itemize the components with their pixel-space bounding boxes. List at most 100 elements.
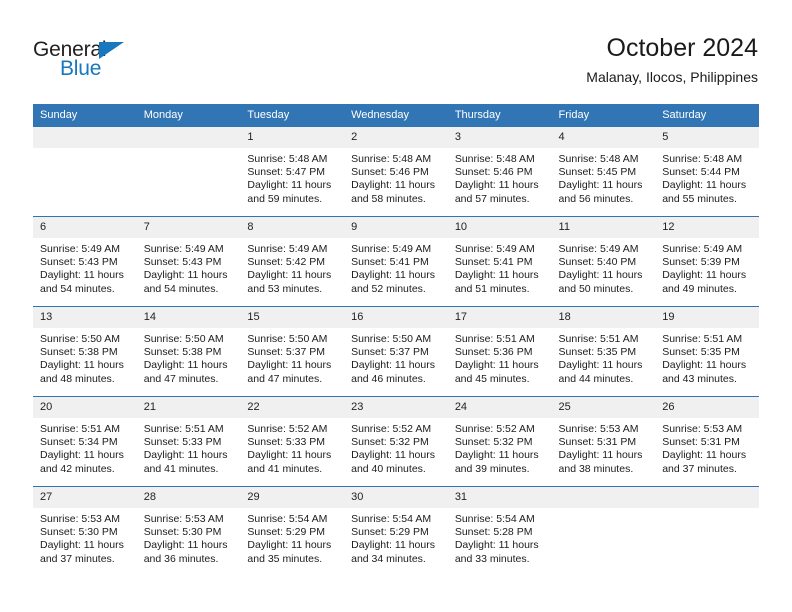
day-number: 27 <box>33 487 137 508</box>
calendar-header-row: Sunday Monday Tuesday Wednesday Thursday… <box>33 104 759 127</box>
calendar-day-cell[interactable]: 5 Sunrise: 5:48 AM Sunset: 5:44 PM Daylight… <box>655 126 759 217</box>
day-number <box>33 127 137 148</box>
calendar-day-cell[interactable]: 20 Sunrise: 5:51 AM Sunset: 5:34 PM Dayligh… <box>33 396 137 487</box>
daylight-duration-line1: Daylight: 11 hours <box>40 269 124 282</box>
day-number: 24 <box>447 397 552 418</box>
calendar-day-cell[interactable]: 30 Sunrise: 5:54 AM Sunset: 5:29 PM Dayligh… <box>344 486 448 576</box>
calendar-day-cell[interactable]: 28 Sunrise: 5:53 AM Sunset: 5:30 PM Dayligh… <box>136 486 241 576</box>
day-sun-info: Sunrise: 5:50 AM Sunset: 5:37 PM Daylight:… <box>240 328 344 386</box>
page-title: October 2024 <box>606 34 759 62</box>
calendar-day-cell[interactable]: 13 Sunrise: 5:50 AM Sunset: 5:38 PM Dayligh… <box>33 306 137 397</box>
day-sun-info: Sunrise: 5:49 AM Sunset: 5:42 PM Daylight:… <box>240 238 344 296</box>
sunrise-time: Sunrise: 5:54 AM <box>351 513 432 525</box>
sunrise-time: Sunrise: 5:51 AM <box>143 423 224 435</box>
calendar-day-cell[interactable]: 22 Sunrise: 5:52 AM Sunset: 5:33 PM Dayligh… <box>240 396 345 487</box>
day-number: 17 <box>447 307 552 328</box>
day-sun-info: Sunrise: 5:48 AM Sunset: 5:46 PM Daylight:… <box>448 148 552 206</box>
daylight-duration-line1: Daylight: 11 hours <box>558 359 643 372</box>
daylight-duration-line2: and 47 minutes. <box>143 372 219 385</box>
day-number: 18 <box>551 307 656 328</box>
calendar-day-cell[interactable]: 10 Sunrise: 5:49 AM Sunset: 5:41 PM Dayligh… <box>447 216 552 307</box>
sunset-time: Sunset: 5:35 PM <box>558 346 637 359</box>
calendar-day-cell[interactable]: 21 Sunrise: 5:51 AM Sunset: 5:33 PM Dayligh… <box>136 396 241 487</box>
sunrise-time: Sunrise: 5:52 AM <box>454 423 535 435</box>
daylight-duration-line1: Daylight: 11 hours <box>558 449 643 462</box>
calendar-day-cell[interactable]: 23 Sunrise: 5:52 AM Sunset: 5:32 PM Dayligh… <box>344 396 448 487</box>
calendar-day-cell[interactable]: 2 Sunrise: 5:48 AM Sunset: 5:46 PM Daylight… <box>344 126 448 217</box>
daylight-duration-line1: Daylight: 11 hours <box>662 269 747 282</box>
daylight-duration-line2: and 48 minutes. <box>40 372 115 385</box>
calendar-day-cell[interactable]: 9 Sunrise: 5:49 AM Sunset: 5:41 PM Daylight… <box>344 216 448 307</box>
calendar-day-cell[interactable]: 25 Sunrise: 5:53 AM Sunset: 5:31 PM Dayligh… <box>551 396 656 487</box>
calendar-day-cell-empty <box>655 486 759 576</box>
daylight-duration-line1: Daylight: 11 hours <box>40 539 124 552</box>
calendar-day-cell[interactable]: 24 Sunrise: 5:52 AM Sunset: 5:32 PM Dayligh… <box>447 396 552 487</box>
general-blue-logo[interactable]: General Blue <box>33 39 153 81</box>
daylight-duration-line2: and 39 minutes. <box>454 462 530 475</box>
day-sun-info: Sunrise: 5:50 AM Sunset: 5:38 PM Daylight:… <box>33 328 137 386</box>
calendar-day-cell[interactable]: 31 Sunrise: 5:54 AM Sunset: 5:28 PM Dayligh… <box>447 486 552 576</box>
calendar-week-row: 6 Sunrise: 5:49 AM Sunset: 5:43 PM Daylight… <box>33 216 759 307</box>
calendar-day-cell[interactable]: 27 Sunrise: 5:53 AM Sunset: 5:30 PM Dayligh… <box>33 486 137 576</box>
sunrise-time: Sunrise: 5:54 AM <box>454 513 535 525</box>
weekday-header-wednesday: Wednesday <box>344 104 448 127</box>
day-sun-info: Sunrise: 5:50 AM Sunset: 5:38 PM Daylight:… <box>137 328 241 386</box>
calendar-day-cell[interactable]: 29 Sunrise: 5:54 AM Sunset: 5:29 PM Dayligh… <box>240 486 345 576</box>
calendar-day-cell[interactable]: 15 Sunrise: 5:50 AM Sunset: 5:37 PM Dayligh… <box>240 306 345 397</box>
sunset-time: Sunset: 5:40 PM <box>558 256 637 269</box>
sunrise-time: Sunrise: 5:49 AM <box>558 243 639 255</box>
daylight-duration-line2: and 34 minutes. <box>351 552 426 565</box>
daylight-duration-line2: and 45 minutes. <box>454 372 530 385</box>
day-sun-info: Sunrise: 5:54 AM Sunset: 5:29 PM Daylight:… <box>344 508 448 566</box>
daylight-duration-line2: and 36 minutes. <box>143 552 219 565</box>
calendar-day-cell[interactable]: 19 Sunrise: 5:51 AM Sunset: 5:35 PM Dayligh… <box>655 306 759 397</box>
daylight-duration-line1: Daylight: 11 hours <box>454 449 539 462</box>
calendar-day-cell[interactable]: 17 Sunrise: 5:51 AM Sunset: 5:36 PM Dayligh… <box>447 306 552 397</box>
daylight-duration-line2: and 38 minutes. <box>558 462 634 475</box>
page-subtitle: Malanay, Ilocos, Philippines <box>586 69 758 85</box>
sunset-time: Sunset: 5:29 PM <box>351 526 429 539</box>
daylight-duration-line1: Daylight: 11 hours <box>143 449 228 462</box>
sunset-time: Sunset: 5:38 PM <box>40 346 118 359</box>
day-sun-info: Sunrise: 5:49 AM Sunset: 5:43 PM Daylight:… <box>33 238 137 296</box>
day-number: 30 <box>344 487 448 508</box>
calendar-day-cell[interactable]: 1 Sunrise: 5:48 AM Sunset: 5:47 PM Daylight… <box>240 126 345 217</box>
calendar-day-cell[interactable]: 16 Sunrise: 5:50 AM Sunset: 5:37 PM Dayligh… <box>344 306 448 397</box>
day-number: 9 <box>344 217 448 238</box>
calendar-day-cell[interactable]: 8 Sunrise: 5:49 AM Sunset: 5:42 PM Daylight… <box>240 216 345 307</box>
sunrise-time: Sunrise: 5:50 AM <box>143 333 224 345</box>
calendar-day-cell[interactable]: 11 Sunrise: 5:49 AM Sunset: 5:40 PM Dayligh… <box>551 216 656 307</box>
day-number: 1 <box>240 127 345 148</box>
daylight-duration-line1: Daylight: 11 hours <box>454 359 539 372</box>
calendar-day-cell[interactable]: 14 Sunrise: 5:50 AM Sunset: 5:38 PM Dayligh… <box>136 306 241 397</box>
calendar-day-cell[interactable]: 12 Sunrise: 5:49 AM Sunset: 5:39 PM Dayligh… <box>655 216 759 307</box>
sunset-time: Sunset: 5:44 PM <box>662 166 740 179</box>
sunrise-time: Sunrise: 5:48 AM <box>247 153 328 165</box>
daylight-duration-line2: and 46 minutes. <box>351 372 426 385</box>
calendar-day-cell[interactable]: 6 Sunrise: 5:49 AM Sunset: 5:43 PM Daylight… <box>33 216 137 307</box>
sunrise-time: Sunrise: 5:53 AM <box>662 423 743 435</box>
calendar-day-cell[interactable]: 3 Sunrise: 5:48 AM Sunset: 5:46 PM Daylight… <box>447 126 552 217</box>
sunrise-time: Sunrise: 5:50 AM <box>40 333 120 345</box>
day-sun-info: Sunrise: 5:48 AM Sunset: 5:44 PM Daylight:… <box>655 148 759 206</box>
day-number: 14 <box>136 307 241 328</box>
daylight-duration-line2: and 57 minutes. <box>454 192 530 205</box>
sunset-time: Sunset: 5:36 PM <box>454 346 533 359</box>
calendar-day-cell[interactable]: 7 Sunrise: 5:49 AM Sunset: 5:43 PM Daylight… <box>136 216 241 307</box>
sunrise-time: Sunrise: 5:49 AM <box>247 243 328 255</box>
sunrise-time: Sunrise: 5:54 AM <box>247 513 328 525</box>
triangle-icon <box>99 42 124 59</box>
day-number: 12 <box>655 217 759 238</box>
day-sun-info: Sunrise: 5:50 AM Sunset: 5:37 PM Daylight:… <box>344 328 448 386</box>
calendar-day-cell[interactable]: 18 Sunrise: 5:51 AM Sunset: 5:35 PM Dayligh… <box>551 306 656 397</box>
day-number <box>655 487 759 508</box>
sunrise-time: Sunrise: 5:48 AM <box>662 153 743 165</box>
daylight-duration-line1: Daylight: 11 hours <box>351 539 435 552</box>
daylight-duration-line2: and 53 minutes. <box>247 282 323 295</box>
daylight-duration-line1: Daylight: 11 hours <box>558 179 643 192</box>
day-number: 2 <box>344 127 448 148</box>
calendar-day-cell[interactable]: 4 Sunrise: 5:48 AM Sunset: 5:45 PM Daylight… <box>551 126 656 217</box>
calendar-day-cell[interactable]: 26 Sunrise: 5:53 AM Sunset: 5:31 PM Dayligh… <box>655 396 759 487</box>
sunset-time: Sunset: 5:47 PM <box>247 166 326 179</box>
day-number: 28 <box>136 487 241 508</box>
